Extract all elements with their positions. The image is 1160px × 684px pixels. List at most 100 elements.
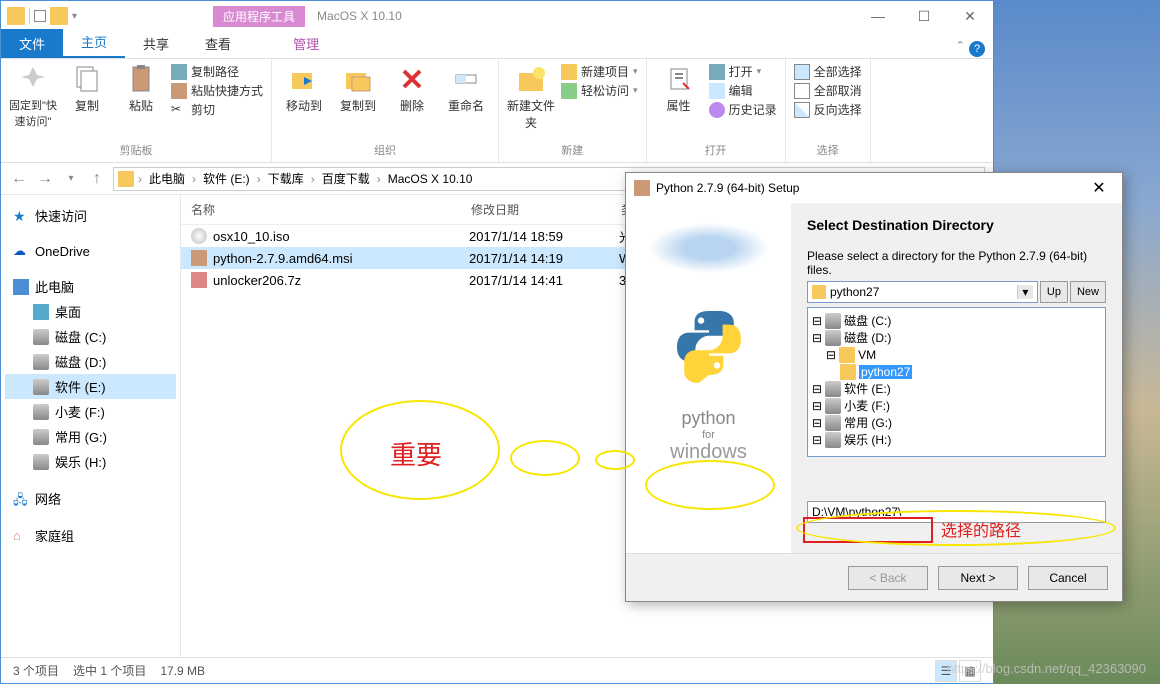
status-count: 3 个项目 (13, 662, 59, 679)
dialog-close-button[interactable]: ✕ (1084, 178, 1114, 198)
drive-icon (825, 398, 841, 414)
drive-icon (33, 454, 49, 470)
paste-shortcut-button[interactable]: 粘贴快捷方式 (171, 82, 263, 99)
tab-manage[interactable]: 管理 (275, 29, 337, 58)
group-organize-label: 组织 (280, 142, 490, 158)
select-none-icon (794, 83, 810, 99)
tree-item[interactable]: ⊟娱乐 (H:) (812, 431, 1101, 448)
maximize-button[interactable]: ☐ (901, 1, 947, 31)
qat-dropdown-icon[interactable]: ▾ (72, 11, 77, 22)
select-none-button[interactable]: 全部取消 (794, 82, 862, 99)
easy-access-button[interactable]: 轻松访问▾ (561, 82, 638, 99)
crumb[interactable]: 软件 (E:) (200, 170, 253, 187)
nav-desktop[interactable]: 桌面 (5, 299, 176, 324)
select-all-button[interactable]: 全部选择 (794, 63, 862, 80)
folder-icon (118, 171, 134, 187)
python-setup-dialog: Python 2.7.9 (64-bit) Setup ✕ python for… (625, 172, 1123, 602)
crumb[interactable]: 百度下载 (319, 170, 373, 187)
nav-onedrive[interactable]: ☁OneDrive (5, 240, 176, 262)
delete-button[interactable]: 删除 (388, 63, 436, 114)
pin-button[interactable]: 固定到"快速访问" (9, 63, 57, 129)
tree-item[interactable]: ⊟磁盘 (C:) (812, 312, 1101, 329)
properties-button[interactable]: 属性 (655, 63, 703, 114)
folder-icon[interactable] (50, 7, 68, 25)
nav-network[interactable]: 🖧网络 (5, 486, 176, 511)
move-to-button[interactable]: 移动到 (280, 63, 328, 114)
forward-button[interactable]: → (35, 169, 55, 189)
directory-combo[interactable]: python27 ▾ (807, 281, 1038, 303)
new-button[interactable]: New (1070, 281, 1106, 303)
cut-button[interactable]: ✂剪切 (171, 101, 263, 118)
banner-text-for: for (702, 429, 715, 441)
close-button[interactable]: ✕ (947, 1, 993, 31)
copy-to-button[interactable]: 复制到 (334, 63, 382, 114)
banner-text-windows: windows (670, 441, 747, 464)
navigation-pane: ★快速访问 ☁OneDrive 此电脑 桌面 磁盘 (C:) 磁盘 (D:) 软… (1, 195, 181, 657)
drive-icon (33, 329, 49, 345)
path-icon (171, 64, 187, 80)
next-button[interactable]: Next > (938, 566, 1018, 590)
history-button[interactable]: 历史记录 (709, 101, 777, 118)
invert-selection-button[interactable]: 反向选择 (794, 101, 862, 118)
nav-drive-g[interactable]: 常用 (G:) (5, 424, 176, 449)
recent-dropdown[interactable]: ▾ (61, 169, 81, 189)
nav-this-pc[interactable]: 此电脑 (5, 274, 176, 299)
nav-homegroup[interactable]: ⌂家庭组 (5, 523, 176, 548)
crumb[interactable]: 此电脑 (146, 170, 188, 187)
tab-view[interactable]: 查看 (187, 29, 249, 58)
edit-button[interactable]: 编辑 (709, 82, 777, 99)
invert-icon (794, 102, 810, 118)
crumb[interactable]: 下载库 (265, 170, 307, 187)
status-size: 17.9 MB (160, 664, 205, 678)
status-selected: 选中 1 个项目 (73, 662, 146, 679)
tree-item[interactable]: ⊟常用 (G:) (812, 414, 1101, 431)
checkbox-icon[interactable] (34, 10, 46, 22)
back-button[interactable]: ← (9, 169, 29, 189)
paste-button[interactable]: 粘贴 (117, 63, 165, 114)
copy-path-button[interactable]: 复制路径 (171, 63, 263, 80)
tab-home[interactable]: 主页 (63, 27, 125, 58)
python-logo-icon (669, 303, 749, 383)
new-folder-button[interactable]: 新建文件夹 (507, 63, 555, 131)
drive-icon (33, 354, 49, 370)
cancel-button[interactable]: Cancel (1028, 566, 1108, 590)
nav-drive-h[interactable]: 娱乐 (H:) (5, 449, 176, 474)
rename-button[interactable]: 重命名 (442, 63, 490, 114)
nav-drive-e[interactable]: 软件 (E:) (5, 374, 176, 399)
qat-sep (29, 8, 30, 24)
tree-item[interactable]: ⊟磁盘 (D:) (812, 329, 1101, 346)
dialog-titlebar: Python 2.7.9 (64-bit) Setup ✕ (626, 173, 1122, 203)
copy-button[interactable]: 复制 (63, 63, 111, 114)
tab-share[interactable]: 共享 (125, 29, 187, 58)
col-name[interactable]: 名称 (181, 195, 461, 224)
group-open-label: 打开 (655, 142, 777, 158)
msi-icon (191, 250, 207, 266)
tree-item[interactable]: ⊟软件 (E:) (812, 380, 1101, 397)
open-button[interactable]: 打开▾ (709, 63, 777, 80)
col-date[interactable]: 修改日期 (461, 195, 611, 224)
nav-drive-c[interactable]: 磁盘 (C:) (5, 324, 176, 349)
up-button[interactable]: Up (1040, 281, 1068, 303)
nav-drive-f[interactable]: 小麦 (F:) (5, 399, 176, 424)
installer-icon (634, 180, 650, 196)
new-item-button[interactable]: 新建项目▾ (561, 63, 638, 80)
chevron-up-icon[interactable]: ˆ (958, 40, 963, 58)
drive-icon (33, 429, 49, 445)
crumb[interactable]: MacOS X 10.10 (385, 172, 476, 186)
drive-icon (33, 379, 49, 395)
tree-item[interactable]: ⊟VM (812, 346, 1101, 363)
tree-item-selected[interactable]: python27 (812, 363, 1101, 380)
homegroup-icon: ⌂ (13, 528, 29, 544)
directory-tree[interactable]: ⊟磁盘 (C:) ⊟磁盘 (D:) ⊟VM python27 ⊟软件 (E:) … (807, 307, 1106, 457)
nav-quick-access[interactable]: ★快速访问 (5, 203, 176, 228)
tree-item[interactable]: ⊟小麦 (F:) (812, 397, 1101, 414)
up-button[interactable]: ↑ (87, 169, 107, 189)
quick-access-toolbar: ▾ (1, 7, 83, 25)
tab-file[interactable]: 文件 (1, 29, 63, 58)
combo-dropdown-icon[interactable]: ▾ (1017, 285, 1033, 299)
back-button: < Back (848, 566, 928, 590)
help-icon[interactable]: ? (969, 41, 985, 57)
minimize-button[interactable]: — (855, 1, 901, 31)
scissors-icon: ✂ (171, 102, 187, 118)
nav-drive-d[interactable]: 磁盘 (D:) (5, 349, 176, 374)
